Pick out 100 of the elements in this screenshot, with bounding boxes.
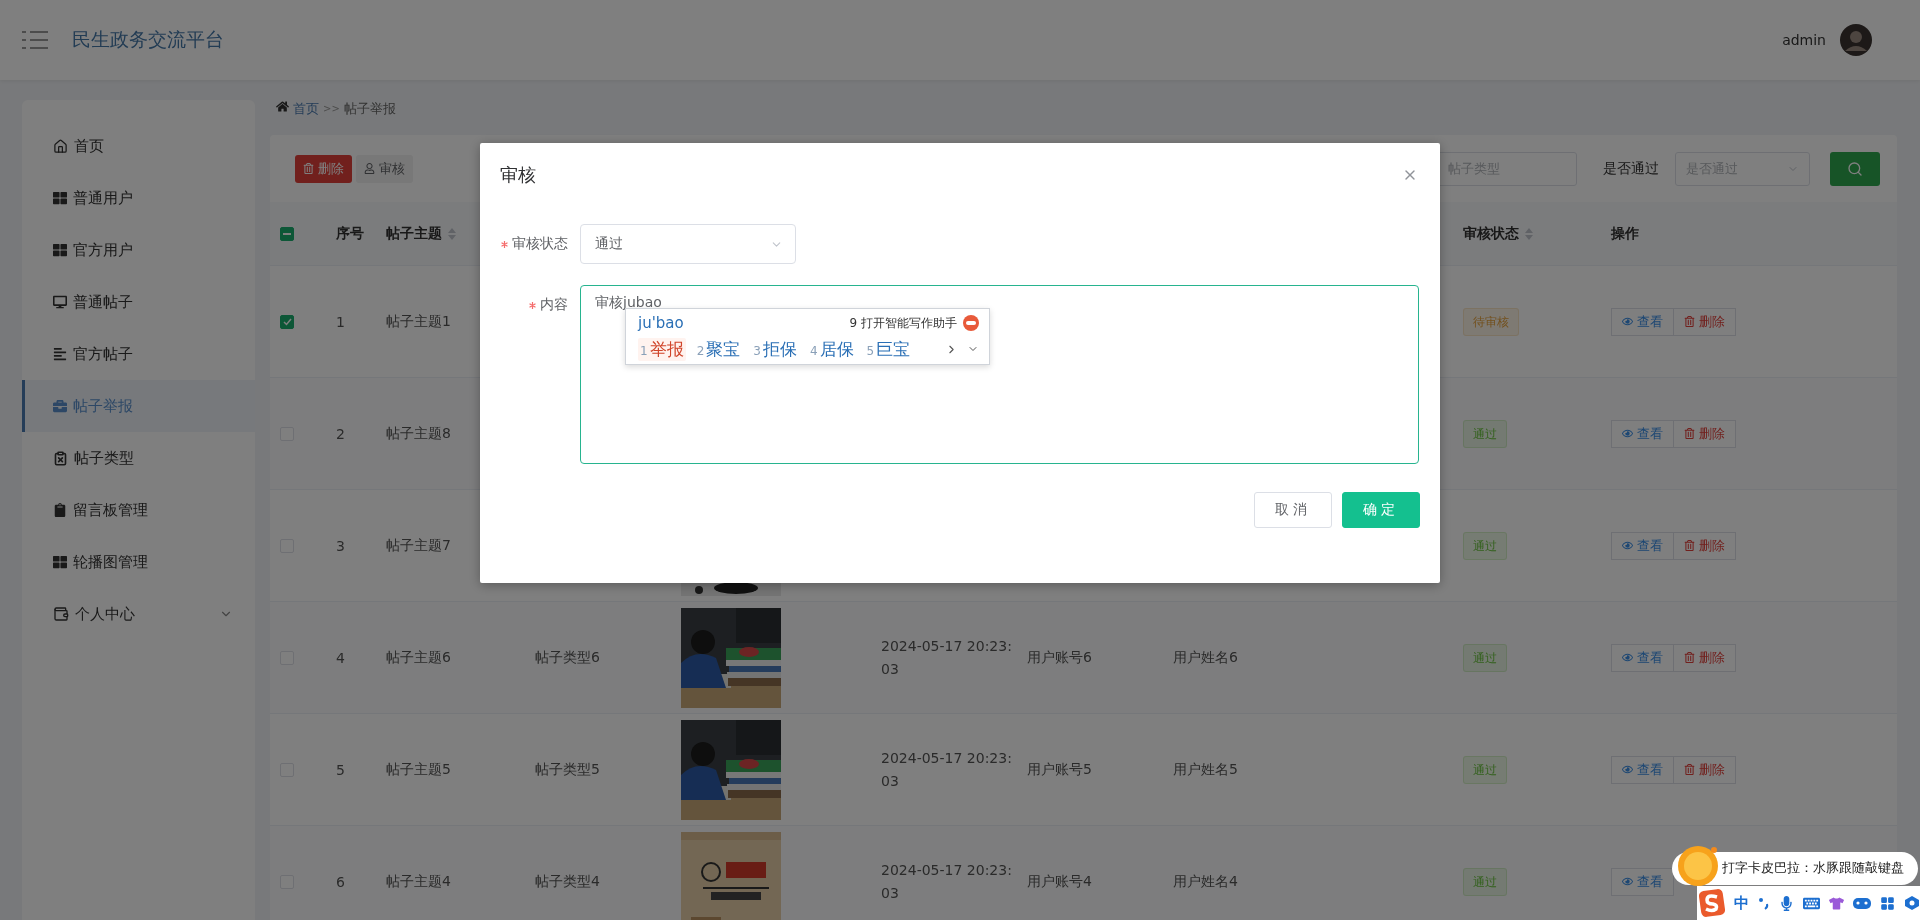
table-cell: 5 bbox=[336, 761, 345, 778]
confirm-button[interactable]: 确定 bbox=[1342, 492, 1420, 528]
breadcrumb-current: 帖子举报 bbox=[343, 100, 396, 118]
table-cell: 6 bbox=[336, 873, 345, 890]
table-cell: 帖子主题4 bbox=[386, 872, 451, 891]
user-icon bbox=[364, 163, 375, 174]
sort-icon[interactable] bbox=[448, 227, 456, 240]
sun-mascot-icon bbox=[1676, 844, 1720, 888]
sidebar-item[interactable]: 轮播图管理 bbox=[22, 536, 255, 588]
eye-icon bbox=[1622, 540, 1633, 551]
table-cell-text: 2024-05-17 20:23:03 bbox=[881, 636, 1013, 679]
field-label: 审核状态 bbox=[512, 235, 568, 253]
sidebar-item[interactable]: 普通用户 bbox=[22, 172, 255, 224]
trash-icon bbox=[1684, 652, 1695, 663]
delete-button[interactable]: 删除 bbox=[1673, 643, 1736, 672]
table-cell: 帖子类型4 bbox=[535, 872, 600, 891]
minus-icon bbox=[283, 232, 291, 235]
ime-candidate[interactable]: 3 拒保 bbox=[751, 337, 799, 361]
sidebar-item[interactable]: 官方帖子 bbox=[22, 328, 255, 380]
sidebar-item[interactable]: 帖子举报 bbox=[22, 380, 255, 432]
grid-icon[interactable] bbox=[1880, 895, 1895, 911]
search-button[interactable] bbox=[1830, 151, 1880, 186]
trash-icon bbox=[1684, 316, 1695, 327]
monitor-icon bbox=[53, 295, 67, 309]
table-cell: 帖子主题8 bbox=[386, 424, 451, 443]
delete-button[interactable]: 删除 bbox=[1673, 307, 1736, 336]
eye-icon bbox=[1622, 316, 1633, 327]
table-cell-text: 2024-05-17 20:23:03 bbox=[881, 748, 1013, 791]
column-header: 操作 bbox=[1611, 224, 1639, 243]
view-button[interactable]: 查看 bbox=[1611, 755, 1674, 784]
table-cell: 用户账号4 bbox=[1027, 872, 1092, 891]
sogou-logo-icon[interactable] bbox=[1699, 888, 1725, 918]
avatar[interactable] bbox=[1840, 24, 1872, 56]
delete-button[interactable]: 删除 bbox=[295, 154, 352, 183]
ime-assistant-link[interactable]: 9 打开智能写作助手 bbox=[849, 314, 957, 332]
clipboard-x-icon bbox=[53, 450, 68, 466]
ime-candidate[interactable]: 1 举报 bbox=[638, 337, 686, 361]
view-button[interactable]: 查看 bbox=[1611, 531, 1674, 560]
table-cell: 帖子类型5 bbox=[535, 760, 600, 779]
trash-icon bbox=[1684, 764, 1695, 775]
view-button[interactable]: 查看 bbox=[1611, 307, 1674, 336]
sidebar-item[interactable]: 留言板管理 bbox=[22, 484, 255, 536]
clipboard-icon bbox=[53, 503, 67, 517]
delete-button[interactable]: 删除 bbox=[1673, 755, 1736, 784]
user-name[interactable]: admin bbox=[1782, 32, 1826, 48]
table-cell-text: 2024-05-17 20:23:03 bbox=[881, 860, 1013, 903]
table-cell: 4 bbox=[336, 649, 345, 666]
trash-icon bbox=[303, 163, 314, 174]
sidebar-item[interactable]: 个人中心 bbox=[22, 588, 255, 640]
microphone-icon[interactable] bbox=[1779, 895, 1794, 911]
ime-candidate[interactable]: 5 巨宝 bbox=[864, 337, 913, 361]
table-cell: 帖子主题6 bbox=[386, 648, 451, 667]
ime-composition: ju'bao bbox=[638, 314, 685, 332]
table-cell: 用户姓名4 bbox=[1173, 872, 1238, 891]
sort-icon[interactable] bbox=[1525, 227, 1533, 240]
ime-candidate[interactable]: 4 居保 bbox=[807, 337, 856, 361]
cancel-button[interactable]: 取消 bbox=[1254, 492, 1332, 528]
sidebar-item[interactable]: 首页 bbox=[22, 120, 255, 172]
menu-icon[interactable] bbox=[22, 30, 48, 50]
view-button[interactable]: 查看 bbox=[1611, 419, 1674, 448]
select-all-checkbox[interactable] bbox=[280, 226, 294, 241]
table-cell: 用户姓名5 bbox=[1173, 760, 1238, 779]
eye-icon bbox=[1622, 764, 1633, 775]
breadcrumb-link[interactable]: 首页 bbox=[293, 100, 319, 118]
ime-mode[interactable]: 中 bbox=[1734, 893, 1749, 913]
search-icon bbox=[1847, 160, 1863, 177]
table-cell: 用户账号5 bbox=[1027, 760, 1092, 779]
home-icon bbox=[53, 138, 68, 154]
punctuation-icon[interactable] bbox=[1758, 896, 1770, 910]
home-icon bbox=[276, 100, 289, 113]
check-icon bbox=[282, 317, 292, 326]
view-button[interactable]: 查看 bbox=[1611, 867, 1674, 896]
column-header[interactable]: 审核状态 bbox=[1463, 224, 1519, 243]
eye-icon bbox=[1622, 652, 1633, 663]
filter-label: 是否通过 bbox=[1603, 159, 1659, 178]
sidebar-item[interactable]: 帖子类型 bbox=[22, 432, 255, 484]
app-title: 民生政务交流平台 bbox=[72, 27, 224, 52]
grid-icon bbox=[53, 555, 67, 569]
delete-button[interactable]: 删除 bbox=[1673, 531, 1736, 560]
table-cell: 帖子类型6 bbox=[535, 648, 600, 667]
trash-icon bbox=[1684, 428, 1695, 439]
list-icon bbox=[53, 347, 67, 361]
table-cell: 3 bbox=[336, 537, 345, 554]
sidebar-item[interactable]: 普通帖子 bbox=[22, 276, 255, 328]
status-select[interactable]: 通过 bbox=[580, 224, 796, 264]
table-cell: 帖子主题5 bbox=[386, 760, 451, 779]
row-checkbox[interactable] bbox=[280, 314, 294, 329]
shirt-icon[interactable] bbox=[1829, 895, 1844, 911]
grid-icon bbox=[53, 243, 67, 257]
column-header[interactable]: 帖子主题 bbox=[386, 224, 442, 243]
sidebar-item[interactable]: 官方用户 bbox=[22, 224, 255, 276]
review-button[interactable]: 审核 bbox=[356, 154, 413, 183]
delete-button[interactable]: 删除 bbox=[1673, 419, 1736, 448]
column-header: 序号 bbox=[336, 224, 364, 243]
eye-icon bbox=[1622, 876, 1633, 887]
assistant-icon[interactable] bbox=[963, 315, 979, 331]
eye-icon bbox=[1622, 428, 1633, 439]
view-button[interactable]: 查看 bbox=[1611, 643, 1674, 672]
breadcrumb-separator: >> bbox=[323, 103, 340, 114]
ime-candidate[interactable]: 2聚宝 bbox=[694, 337, 743, 361]
